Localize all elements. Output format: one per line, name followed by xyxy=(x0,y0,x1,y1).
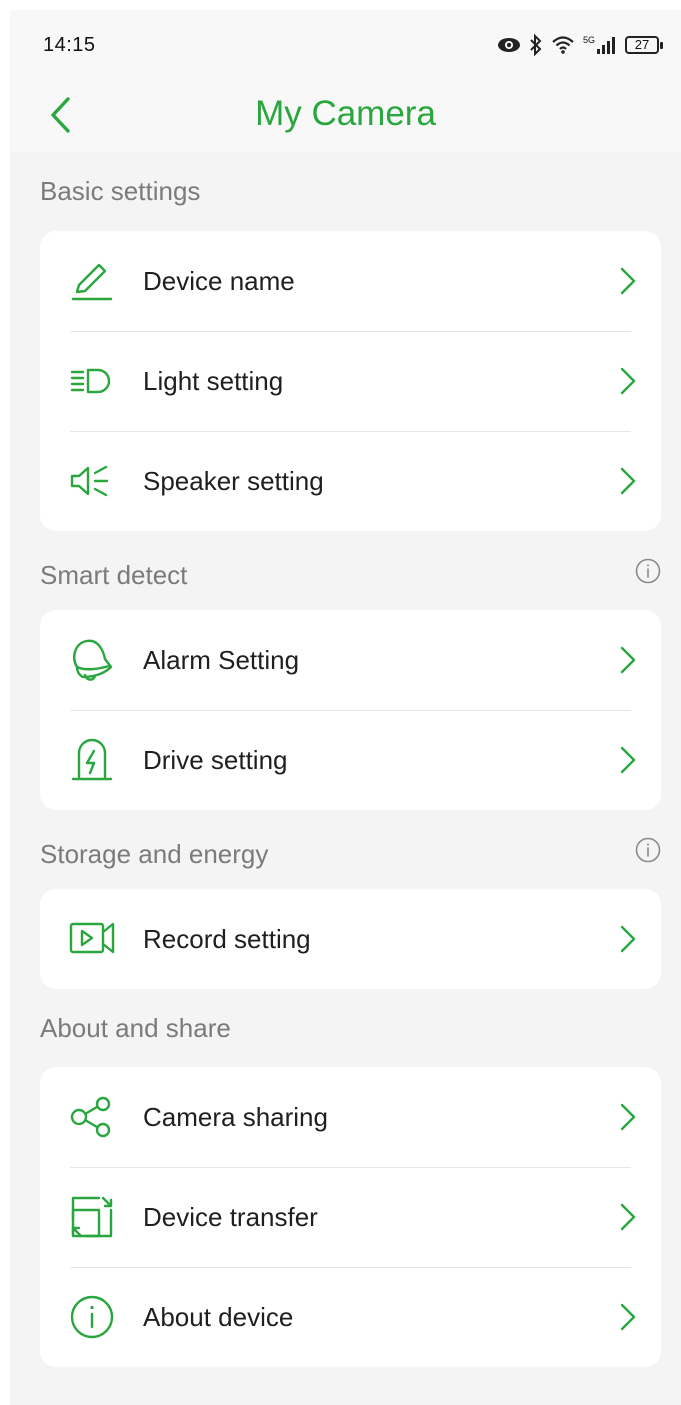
chevron-right-icon xyxy=(617,367,639,395)
row-label: Light setting xyxy=(143,365,284,396)
video-record-icon xyxy=(68,915,116,963)
row-label: Device transfer xyxy=(143,1201,318,1232)
headlight-icon xyxy=(68,357,116,405)
row-camera-sharing[interactable]: Camera sharing xyxy=(40,1067,661,1167)
chevron-right-icon xyxy=(617,1103,639,1131)
eye-icon xyxy=(497,37,521,53)
signal-icon: 5G xyxy=(583,36,617,54)
row-device-name[interactable]: Device name xyxy=(40,231,661,331)
bluetooth-icon xyxy=(529,34,543,56)
drive-bolt-icon xyxy=(68,736,116,784)
app-screen: 14:15 5G 27 My Camera Basic settings Dev… xyxy=(10,10,681,1405)
card-smart-detect: Alarm Setting Drive setting xyxy=(40,610,661,810)
chevron-right-icon xyxy=(617,646,639,674)
status-icons: 5G 27 xyxy=(497,32,663,58)
battery-icon: 27 xyxy=(625,36,663,54)
row-light-setting[interactable]: Light setting xyxy=(40,331,661,431)
chevron-right-icon xyxy=(617,267,639,295)
header-bar: My Camera xyxy=(10,80,681,152)
section-title-about-and-share: About and share xyxy=(40,1013,231,1043)
info-circle-icon xyxy=(68,1293,116,1341)
chevron-right-icon xyxy=(617,467,639,495)
wifi-icon xyxy=(551,35,575,55)
section-title-basic-settings: Basic settings xyxy=(40,176,201,206)
alarm-bell-icon xyxy=(68,636,116,684)
row-label: Device name xyxy=(143,265,295,296)
chevron-right-icon xyxy=(617,1303,639,1331)
row-label: Drive setting xyxy=(143,744,288,775)
speaker-icon xyxy=(68,457,116,505)
row-drive-setting[interactable]: Drive setting xyxy=(40,710,661,810)
row-speaker-setting[interactable]: Speaker setting xyxy=(40,431,661,531)
status-bar: 14:15 5G 27 xyxy=(10,10,681,80)
row-label: Speaker setting xyxy=(143,465,324,496)
info-icon[interactable] xyxy=(635,837,661,863)
row-label: About device xyxy=(143,1301,294,1332)
card-storage-and-energy: Record setting xyxy=(40,889,661,989)
row-record-setting[interactable]: Record setting xyxy=(40,889,661,989)
transfer-icon xyxy=(68,1193,116,1241)
pencil-icon xyxy=(68,257,116,305)
row-about-device[interactable]: About device xyxy=(40,1267,661,1367)
row-label: Record setting xyxy=(143,923,311,954)
chevron-right-icon xyxy=(617,1203,639,1231)
section-title-smart-detect: Smart detect xyxy=(40,560,188,590)
card-basic-settings: Device name Light setting Speaker settin… xyxy=(40,231,661,531)
status-time: 14:15 xyxy=(43,34,96,56)
page-title: My Camera xyxy=(255,94,436,133)
info-icon[interactable] xyxy=(635,558,661,584)
row-label: Camera sharing xyxy=(143,1101,328,1132)
row-device-transfer[interactable]: Device transfer xyxy=(40,1167,661,1267)
row-alarm-setting[interactable]: Alarm Setting xyxy=(40,610,661,710)
network-type-label: 5G xyxy=(582,35,595,45)
card-about-and-share: Camera sharing Device transfer About dev… xyxy=(40,1067,661,1367)
section-title-storage-and-energy: Storage and energy xyxy=(40,839,269,869)
share-icon xyxy=(68,1093,116,1141)
chevron-right-icon xyxy=(617,925,639,953)
row-label: Alarm Setting xyxy=(143,644,300,675)
chevron-right-icon xyxy=(617,746,639,774)
